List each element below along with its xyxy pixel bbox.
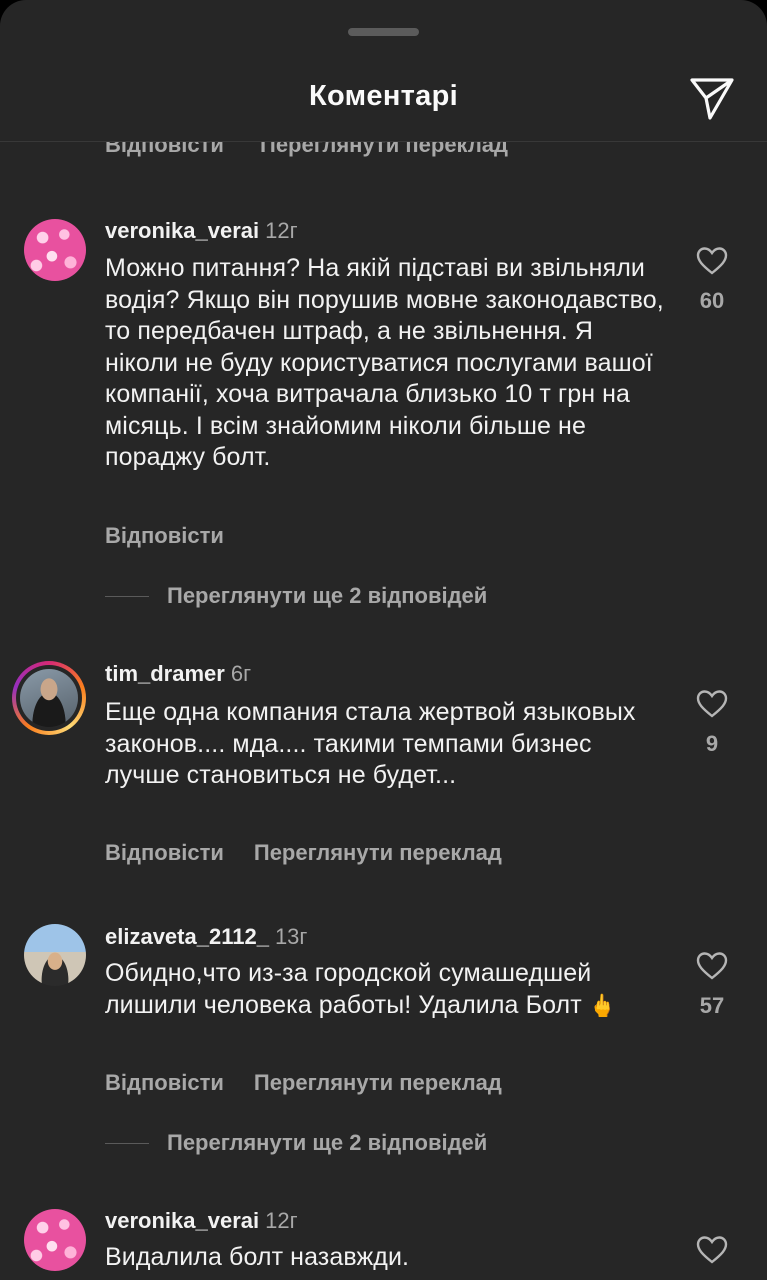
heart-icon bbox=[696, 247, 728, 275]
like-count: 9 bbox=[705, 731, 719, 756]
avatar-photo bbox=[20, 669, 78, 727]
view-replies-label: Переглянути ще 2 відповідей bbox=[167, 583, 488, 608]
heart-icon bbox=[696, 690, 728, 718]
like-button[interactable]: 9 bbox=[690, 689, 734, 757]
timestamp: 12г bbox=[265, 218, 298, 243]
like-button[interactable]: 57 bbox=[690, 951, 734, 1019]
comment-text: Еще одна компания стала жертвой языковых… bbox=[105, 698, 636, 789]
comment-text: Обидно,что из-за городской сумашедшей ли… bbox=[105, 958, 650, 1021]
view-replies-button[interactable]: Переглянути ще 2 відповідей bbox=[105, 1130, 487, 1156]
heart-icon bbox=[696, 952, 728, 980]
previous-comment-actions: Відповісти Переглянути переклад bbox=[105, 142, 508, 158]
timestamp: 13г bbox=[274, 924, 308, 949]
comments-sheet: Коментарі Відповісти Переглянути перекла… bbox=[0, 0, 767, 1280]
divider-line bbox=[105, 1142, 149, 1144]
username[interactable]: veronika_verai bbox=[105, 1208, 259, 1233]
translate-button[interactable]: Переглянути переклад bbox=[254, 840, 502, 865]
paper-plane-icon[interactable] bbox=[688, 76, 736, 122]
comment-meta: elizaveta_2112_ 13г bbox=[105, 924, 307, 950]
username[interactable]: tim_dramer bbox=[105, 661, 225, 686]
comments-list[interactable]: Відповісти Переглянути переклад veronika… bbox=[0, 142, 767, 1280]
comment-meta: tim_dramer 6г bbox=[105, 661, 251, 687]
comment-text: Видалила болт назавжди. bbox=[105, 1243, 410, 1271]
translate-button[interactable]: Переглянути переклад bbox=[254, 1070, 502, 1095]
reply-button[interactable]: Відповісти bbox=[105, 142, 224, 157]
emoji: 🖕 bbox=[588, 992, 617, 1018]
page-title: Коментарі bbox=[309, 80, 458, 112]
timestamp: 12г bbox=[265, 1208, 298, 1233]
like-count: 57 bbox=[699, 993, 725, 1018]
reply-button[interactable]: Відповісти bbox=[105, 523, 224, 548]
reply-button[interactable]: Відповісти bbox=[105, 840, 224, 865]
translate-button[interactable]: Переглянути переклад bbox=[260, 142, 508, 157]
like-button[interactable]: 60 bbox=[690, 246, 734, 314]
avatar[interactable] bbox=[24, 924, 86, 986]
comment-actions: Відповісти Переглянути переклад bbox=[105, 840, 502, 866]
username[interactable]: elizaveta_2112_ bbox=[105, 924, 269, 949]
username[interactable]: veronika_verai bbox=[105, 218, 259, 243]
like-count: 60 bbox=[699, 288, 725, 313]
comment-meta: veronika_verai 12г bbox=[105, 218, 298, 244]
timestamp: 6г bbox=[230, 661, 252, 686]
comment-actions: Відповісти Переглянути переклад bbox=[105, 1070, 502, 1096]
heart-icon bbox=[696, 1236, 728, 1264]
avatar[interactable] bbox=[12, 661, 86, 735]
view-replies-label: Переглянути ще 2 відповідей bbox=[167, 1130, 488, 1155]
like-button[interactable] bbox=[690, 1235, 734, 1265]
reply-button[interactable]: Відповісти bbox=[105, 1070, 224, 1095]
avatar[interactable] bbox=[24, 219, 86, 281]
sheet-grabber[interactable] bbox=[348, 28, 419, 36]
comment-meta: veronika_verai 12г bbox=[105, 1208, 298, 1234]
comment-text: Можно питання? На якій підставі ви звіль… bbox=[105, 254, 664, 471]
divider-line bbox=[105, 595, 149, 597]
comment-actions: Відповісти bbox=[105, 523, 224, 549]
avatar[interactable] bbox=[24, 1209, 86, 1271]
view-replies-button[interactable]: Переглянути ще 2 відповідей bbox=[105, 583, 487, 609]
